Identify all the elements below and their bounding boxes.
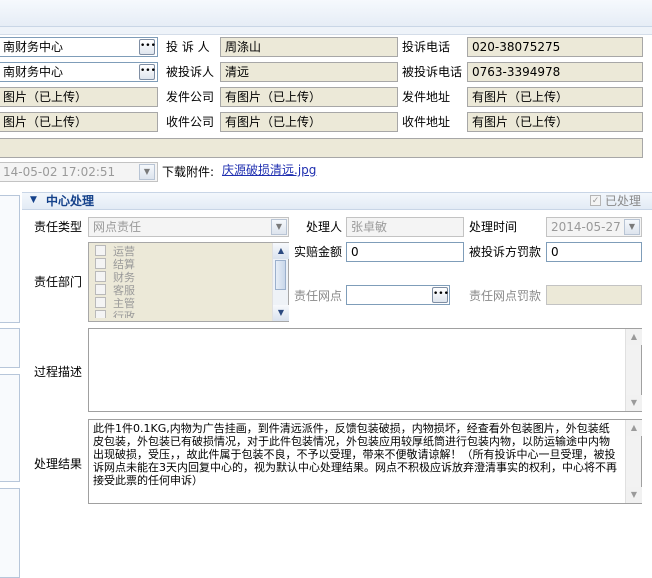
checkbox-icon[interactable] bbox=[95, 258, 106, 269]
processed-checkbox[interactable]: ✓ bbox=[590, 195, 601, 206]
respondent-phone-label: 被投诉电话 bbox=[402, 65, 463, 79]
resp-type-select[interactable]: 网点责任 bbox=[88, 217, 289, 237]
scroll-down-icon[interactable]: ▼ bbox=[273, 305, 289, 321]
chevron-down-icon[interactable]: ▼ bbox=[139, 164, 155, 180]
field-a-row2[interactable]: 南财务中心 bbox=[0, 62, 158, 82]
result-textarea[interactable]: 此件1件0.1KG,内物为广告挂画，到件清远派件，反馈包装破损，内物损坏，经查看… bbox=[88, 419, 642, 504]
penalty-label: 被投诉方罚款 bbox=[469, 245, 542, 259]
field-a-row2-value: 南财务中心 bbox=[3, 65, 64, 79]
complainant-label: 投 诉 人 bbox=[166, 40, 210, 54]
scroll-thumb[interactable] bbox=[275, 260, 286, 290]
field-a-row1[interactable]: 南财务中心 bbox=[0, 37, 158, 57]
dept-item-label: 客服 bbox=[113, 284, 135, 297]
dept-scrollbar[interactable]: ▲ ▼ bbox=[272, 243, 289, 321]
process-desc-textarea[interactable]: ▲ ▼ bbox=[88, 328, 642, 412]
process-desc-scrollbar[interactable]: ▲ ▼ bbox=[625, 329, 642, 411]
handler-field[interactable]: 张卓敏 bbox=[346, 217, 464, 237]
resp-point-penalty-label: 责任网点罚款 bbox=[469, 289, 542, 303]
checkbox-icon[interactable] bbox=[95, 297, 106, 308]
resp-type-label: 责任类型 bbox=[34, 220, 83, 234]
time-label: 处理时间 bbox=[469, 220, 518, 234]
top-separator bbox=[0, 27, 652, 35]
download-label: 下载附件: bbox=[162, 165, 215, 179]
sender-company-label: 发件公司 bbox=[166, 90, 215, 104]
scroll-down-icon[interactable]: ▼ bbox=[626, 395, 642, 411]
field-a-row4[interactable]: 图片（已上传） bbox=[0, 112, 158, 132]
left-panel-fragment bbox=[0, 195, 20, 323]
receiver-address-field[interactable]: 有图片（已上传） bbox=[467, 112, 643, 132]
resp-point-penalty-field[interactable] bbox=[546, 285, 642, 305]
dept-item-label: 行政 bbox=[113, 310, 135, 318]
dept-item-label: 运营 bbox=[113, 245, 135, 258]
attachment-link[interactable]: 庆源破损清远.jpg bbox=[222, 161, 316, 179]
time-select-value: 2014-05-27 1 bbox=[551, 220, 633, 234]
complainant-phone-label: 投诉电话 bbox=[402, 40, 451, 54]
scroll-up-icon[interactable]: ▲ bbox=[626, 420, 642, 436]
receiver-company-label: 收件公司 bbox=[166, 115, 215, 129]
scroll-down-icon[interactable]: ▼ bbox=[626, 487, 642, 503]
field-a-row1-value: 南财务中心 bbox=[3, 40, 64, 54]
penalty-field[interactable]: 0 bbox=[546, 242, 642, 262]
respondent-label: 被投诉人 bbox=[166, 65, 215, 79]
respondent-phone-field[interactable]: 0763-3394978 bbox=[467, 62, 643, 82]
sender-address-field[interactable]: 有图片（已上传） bbox=[467, 87, 643, 107]
field-a-row3[interactable]: 图片（已上传） bbox=[0, 87, 158, 107]
result-label: 处理结果 bbox=[34, 457, 83, 471]
checkbox-icon[interactable] bbox=[95, 284, 106, 295]
lookup-dots-icon[interactable]: ••• bbox=[432, 287, 449, 303]
dept-item[interactable]: 主管 bbox=[95, 297, 265, 310]
chevron-down-icon[interactable]: ▼ bbox=[271, 219, 287, 235]
checkbox-icon[interactable] bbox=[95, 271, 106, 282]
date-select-value: 14-05-02 17:02:51 bbox=[3, 165, 116, 179]
receiver-address-label: 收件地址 bbox=[402, 115, 451, 129]
complainant-phone-field[interactable]: 020-38075275 bbox=[467, 37, 643, 57]
respondent-field[interactable]: 清远 bbox=[220, 62, 398, 82]
actual-comp-label: 实赔金额 bbox=[294, 245, 343, 259]
left-panel-fragment bbox=[0, 328, 20, 368]
chevron-down-icon[interactable]: ▼ bbox=[624, 219, 640, 235]
actual-comp-field[interactable]: 0 bbox=[346, 242, 464, 262]
top-toolbar bbox=[0, 0, 652, 27]
remarks-field[interactable] bbox=[0, 138, 643, 158]
left-panel-fragment bbox=[0, 374, 20, 482]
result-scrollbar[interactable]: ▲ ▼ bbox=[625, 420, 642, 503]
receiver-company-field[interactable]: 有图片（已上传） bbox=[220, 112, 398, 132]
section-title: 中心处理 bbox=[46, 194, 95, 208]
dept-item-label: 财务 bbox=[113, 271, 135, 284]
process-desc-label: 过程描述 bbox=[34, 365, 83, 379]
dept-item[interactable]: 财务 bbox=[95, 271, 265, 284]
checkbox-icon[interactable] bbox=[95, 310, 106, 318]
dept-item[interactable]: 运营 bbox=[95, 245, 265, 258]
dept-label: 责任部门 bbox=[34, 275, 83, 289]
result-text: 此件1件0.1KG,内物为广告挂画，到件清远派件，反馈包装破损，内物损坏，经查看… bbox=[93, 422, 617, 487]
date-select[interactable]: 14-05-02 17:02:51 bbox=[0, 162, 158, 182]
dept-listbox[interactable]: 运营 结算 财务 客服 主管 行政 ▲ ▼ bbox=[88, 242, 289, 322]
handler-label: 处理人 bbox=[306, 220, 343, 234]
dept-item-label: 主管 bbox=[113, 297, 135, 310]
lookup-dots-icon[interactable]: ••• bbox=[139, 64, 156, 80]
dept-item[interactable]: 行政 bbox=[95, 310, 265, 318]
dept-item-label: 结算 bbox=[113, 258, 135, 271]
sender-company-field[interactable]: 有图片（已上传） bbox=[220, 87, 398, 107]
processed-label: 已处理 bbox=[605, 194, 642, 208]
sender-address-label: 发件地址 bbox=[402, 90, 451, 104]
left-panel-fragment bbox=[0, 488, 20, 578]
dept-item[interactable]: 结算 bbox=[95, 258, 265, 271]
lookup-dots-icon[interactable]: ••• bbox=[139, 39, 156, 55]
resp-point-label: 责任网点 bbox=[294, 289, 343, 303]
checkbox-icon[interactable] bbox=[95, 245, 106, 256]
dept-item[interactable]: 客服 bbox=[95, 284, 265, 297]
dept-list: 运营 结算 财务 客服 主管 行政 bbox=[95, 245, 265, 318]
scroll-up-icon[interactable]: ▲ bbox=[273, 243, 289, 259]
collapse-triangle-icon[interactable]: ▼ bbox=[30, 195, 37, 205]
complainant-field[interactable]: 周涤山 bbox=[220, 37, 398, 57]
scroll-up-icon[interactable]: ▲ bbox=[626, 329, 642, 345]
center-section-header[interactable]: ▼ 中心处理 ✓ 已处理 bbox=[22, 192, 652, 210]
resp-type-value: 网点责任 bbox=[93, 220, 142, 234]
